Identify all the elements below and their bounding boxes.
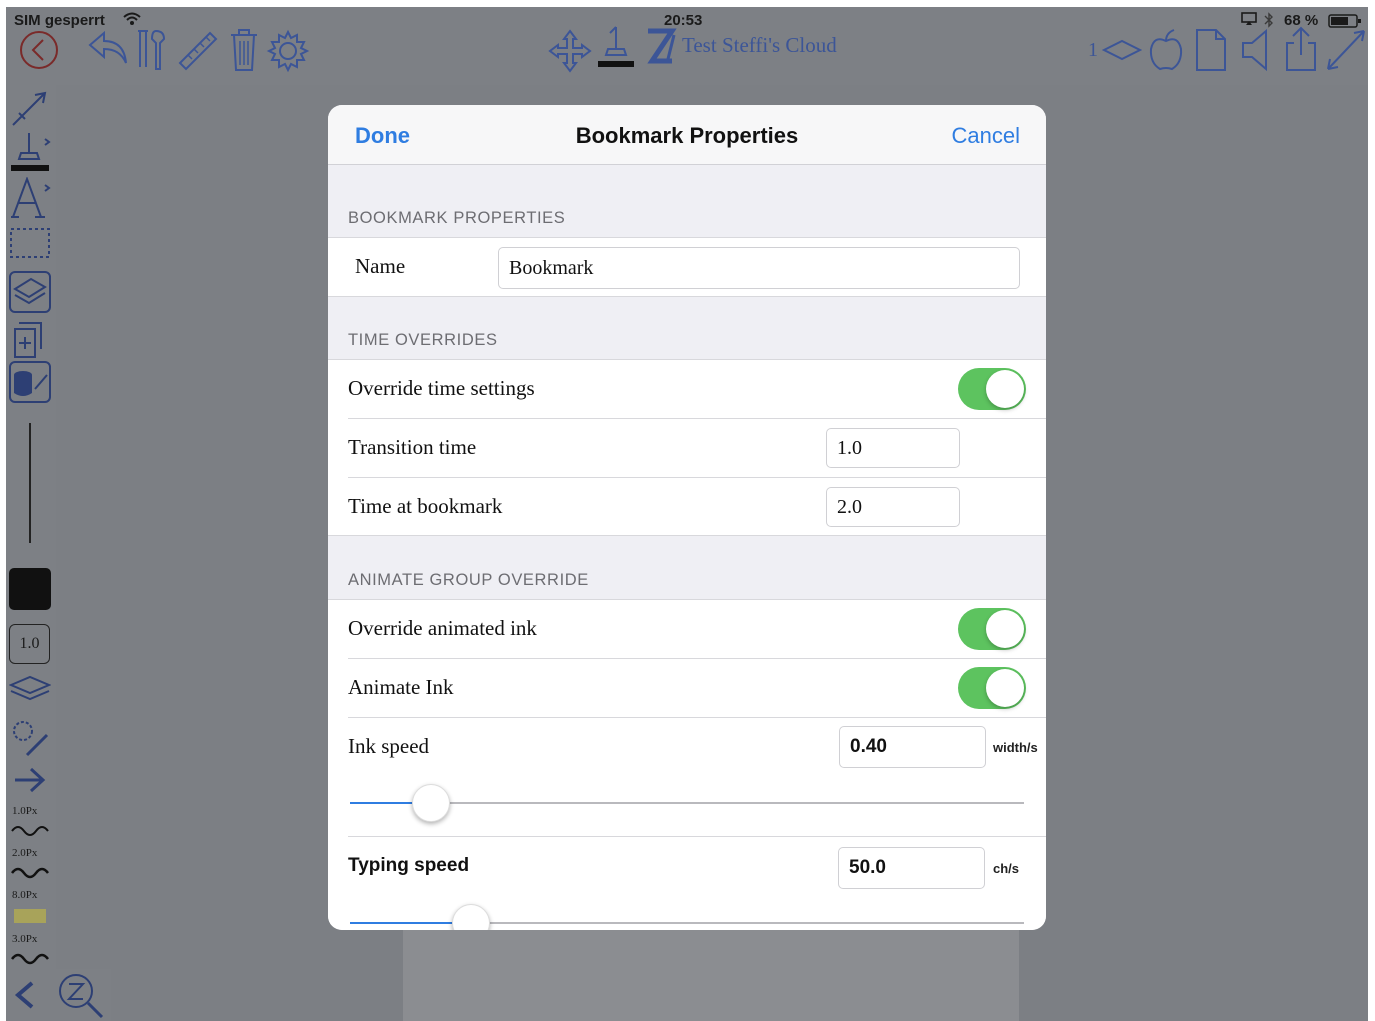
section-header-bookmark: BOOKMARK PROPERTIES (348, 209, 566, 227)
name-label: Name (355, 254, 406, 278)
database-edit-icon[interactable] (9, 361, 51, 403)
slider-thumb[interactable] (452, 904, 490, 930)
override-time-label: Override time settings (348, 376, 535, 400)
selection-rect-icon[interactable] (9, 225, 51, 261)
ink-speed-row: Ink speed width/s (328, 718, 1046, 836)
animate-override-group: Override animated ink Animate Ink Ink sp… (328, 599, 1046, 930)
transition-time-input[interactable] (826, 428, 960, 468)
document-title[interactable]: Test Steffi's Cloud (682, 33, 837, 58)
bookmark-properties-modal: Done Bookmark Properties Cancel BOOKMARK… (328, 105, 1046, 930)
arrow-right-icon[interactable] (9, 765, 51, 795)
ink-speed-slider[interactable] (350, 783, 1024, 823)
pen-size-slider[interactable] (29, 423, 31, 543)
zoom-search-icon[interactable] (56, 971, 108, 1021)
typing-speed-unit: ch/s (993, 861, 1020, 876)
typing-speed-slider[interactable] (350, 903, 1024, 930)
bottom-left-toolbar (6, 969, 111, 1021)
animate-ink-toggle[interactable] (958, 667, 1026, 709)
time-at-bookmark-label: Time at bookmark (348, 494, 503, 518)
ink-speed-input[interactable] (839, 726, 986, 768)
override-animated-ink-toggle[interactable] (958, 608, 1026, 650)
ink-speed-label: Ink speed (348, 734, 430, 758)
insert-page-icon[interactable] (9, 317, 51, 359)
pen-preset-2[interactable]: 2.0Px (10, 845, 50, 885)
collapse-chevron-icon[interactable] (10, 977, 40, 1013)
page-stack-icon[interactable] (1102, 37, 1142, 63)
section-header-animate: ANIMATE GROUP OVERRIDE (348, 571, 589, 589)
override-animated-ink-row: Override animated ink (328, 600, 1046, 658)
typing-speed-input[interactable] (838, 847, 985, 889)
toggle-knob (986, 370, 1024, 408)
cancel-button[interactable]: Cancel (952, 123, 1020, 149)
page-indicator[interactable]: 1 (1088, 39, 1098, 62)
back-circle-icon[interactable] (18, 29, 60, 71)
modal-title: Bookmark Properties (575, 123, 799, 148)
trash-icon[interactable] (228, 27, 260, 73)
move-arrows-icon[interactable] (548, 29, 592, 73)
top-toolbar: SIM gesperrt 20:53 68 % Test Steffi's Cl… (6, 7, 1368, 85)
color-swatch[interactable] (9, 568, 51, 610)
pen-preset-3[interactable]: 8.0Px (10, 887, 50, 927)
pen-preset-4[interactable]: 3.0Px (10, 931, 50, 971)
ruler-icon[interactable] (176, 27, 220, 73)
animate-ink-row: Animate Ink (328, 659, 1046, 717)
pen-settings-icon[interactable] (9, 717, 51, 759)
stamp-tool-icon[interactable] (9, 131, 51, 173)
zoom-z-icon[interactable] (642, 27, 682, 67)
pen-preset-1[interactable]: 1.0Px (10, 803, 50, 843)
transition-time-label: Transition time (348, 435, 477, 459)
new-page-icon[interactable] (1194, 27, 1228, 73)
slider-track (350, 802, 1024, 804)
layers-icon[interactable] (9, 675, 51, 703)
typing-speed-row: Typing speed ch/s (328, 837, 1046, 930)
share-icon[interactable] (1284, 25, 1318, 73)
ink-speed-unit: width/s (993, 740, 1038, 755)
name-input[interactable] (498, 247, 1020, 289)
section-header-time: TIME OVERRIDES (348, 331, 498, 349)
slider-thumb[interactable] (412, 784, 450, 822)
transition-time-row: Transition time (328, 419, 1046, 477)
toggle-knob (986, 610, 1024, 648)
stamp-icon[interactable] (596, 25, 636, 71)
carrier-status: SIM gesperrt (14, 12, 105, 29)
laser-pointer-icon[interactable] (9, 89, 51, 129)
typing-speed-label: Typing speed (348, 855, 470, 876)
speaker-icon[interactable] (1240, 27, 1270, 73)
time-overrides-group: Override time settings Transition time T… (328, 359, 1046, 536)
tools-icon[interactable] (134, 27, 170, 73)
override-time-row: Override time settings (328, 360, 1046, 418)
time-at-bookmark-input[interactable] (826, 487, 960, 527)
modal-nav-bar: Done Bookmark Properties Cancel (328, 105, 1046, 165)
layers-box-icon[interactable] (9, 271, 51, 313)
apple-icon[interactable] (1148, 27, 1184, 73)
undo-icon[interactable] (86, 29, 130, 69)
pen-width-value[interactable]: 1.0 (9, 624, 50, 664)
gear-icon[interactable] (266, 29, 310, 73)
override-animated-ink-label: Override animated ink (348, 616, 537, 640)
bookmark-group: Name (328, 237, 1046, 297)
left-tool-sidebar: 1.0 1.0Px 2.0Px 8.0Px 3.0Px (6, 85, 56, 1021)
animate-ink-label: Animate Ink (348, 675, 454, 699)
text-tool-icon[interactable] (9, 177, 51, 219)
time-at-bookmark-row: Time at bookmark (328, 478, 1046, 536)
toggle-knob (986, 669, 1024, 707)
expand-arrows-icon[interactable] (1324, 27, 1368, 73)
override-time-toggle[interactable] (958, 368, 1026, 410)
